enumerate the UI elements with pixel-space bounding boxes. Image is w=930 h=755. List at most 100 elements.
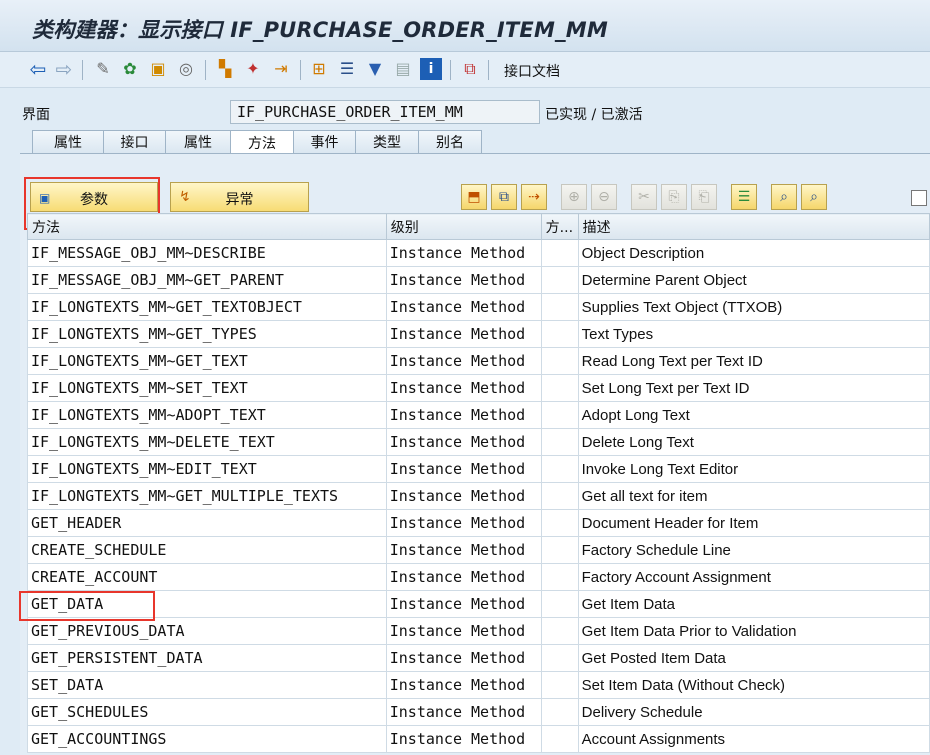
interface-name-field[interactable]: IF_PURCHASE_ORDER_ITEM_MM bbox=[230, 100, 540, 124]
method-cell[interactable]: CREATE_ACCOUNT bbox=[27, 563, 387, 591]
mode-cell[interactable] bbox=[540, 536, 579, 564]
navigate-icon[interactable]: ⇥ bbox=[270, 58, 292, 80]
description-cell[interactable]: Delete Long Text bbox=[577, 428, 930, 456]
tab-aliases[interactable]: 别名 bbox=[418, 130, 482, 153]
method-cell[interactable]: GET_PERSISTENT_DATA bbox=[27, 644, 387, 672]
sort-icon[interactable]: ☰ bbox=[731, 184, 757, 210]
column-header-mode[interactable]: 方... bbox=[540, 213, 579, 240]
insert-row-icon[interactable]: ⊕ bbox=[561, 184, 587, 210]
tab-properties[interactable]: 属性 bbox=[32, 130, 104, 153]
method-cell[interactable]: IF_MESSAGE_OBJ_MM~GET_PARENT bbox=[27, 266, 387, 294]
method-cell[interactable]: IF_LONGTEXTS_MM~ADOPT_TEXT bbox=[27, 401, 387, 429]
table-row[interactable]: GET_ACCOUNTINGS Instance Method Account As… bbox=[27, 725, 930, 753]
copy-icon[interactable]: ⎘ bbox=[661, 184, 687, 210]
back-icon[interactable]: ⇦ bbox=[27, 58, 49, 80]
move-icon[interactable]: ⇢ bbox=[521, 184, 547, 210]
table-row[interactable]: GET_HEADER Instance Method Document Header… bbox=[27, 509, 930, 537]
level-cell[interactable]: Instance Method bbox=[385, 509, 542, 537]
level-cell[interactable]: Instance Method bbox=[385, 671, 542, 699]
mode-cell[interactable] bbox=[540, 347, 579, 375]
table-row[interactable]: GET_SCHEDULES Instance Method Delivery Sch… bbox=[27, 698, 930, 726]
description-cell[interactable]: Object Description bbox=[577, 239, 930, 267]
find-next-icon[interactable]: ⌕ bbox=[801, 184, 827, 210]
object-icon[interactable]: ✿ bbox=[119, 58, 141, 80]
table-row[interactable]: GET_PREVIOUS_DATA Instance Method Get Item… bbox=[27, 617, 930, 645]
method-cell[interactable]: IF_LONGTEXTS_MM~GET_TEXTOBJECT bbox=[27, 293, 387, 321]
table-row[interactable]: IF_LONGTEXTS_MM~GET_MULTIPLE_TEXTS Instan… bbox=[27, 482, 930, 510]
method-cell[interactable]: IF_LONGTEXTS_MM~EDIT_TEXT bbox=[27, 455, 387, 483]
method-cell[interactable]: IF_MESSAGE_OBJ_MM~DESCRIBE bbox=[27, 239, 387, 267]
activate-icon[interactable]: ▣ bbox=[147, 58, 169, 80]
level-cell[interactable]: Instance Method bbox=[385, 482, 542, 510]
delete-row-icon[interactable]: ⊖ bbox=[591, 184, 617, 210]
exceptions-button[interactable]: ↯ 异常 bbox=[170, 182, 309, 212]
table-row[interactable]: IF_MESSAGE_OBJ_MM~GET_PARENT Instance Met… bbox=[27, 266, 930, 294]
level-cell[interactable]: Instance Method bbox=[385, 293, 542, 321]
level-cell[interactable]: Instance Method bbox=[385, 590, 542, 618]
table-row[interactable]: IF_LONGTEXTS_MM~DELETE_TEXT Instance Meth… bbox=[27, 428, 930, 456]
copy-row-icon[interactable]: ⧉ bbox=[491, 184, 517, 210]
paste-icon[interactable]: ⎗ bbox=[691, 184, 717, 210]
table-row[interactable]: CREATE_ACCOUNT Instance Method Factory Acc… bbox=[27, 563, 930, 591]
description-cell[interactable]: Read Long Text per Text ID bbox=[577, 347, 930, 375]
table-row[interactable]: CREATE_SCHEDULE Instance Method Factory Sc… bbox=[27, 536, 930, 564]
description-cell[interactable]: Determine Parent Object bbox=[577, 266, 930, 294]
tab-events[interactable]: 事件 bbox=[293, 130, 356, 153]
mode-cell[interactable] bbox=[540, 482, 579, 510]
magic-wand-icon[interactable]: ✦ bbox=[242, 58, 264, 80]
description-cell[interactable]: Adopt Long Text bbox=[577, 401, 930, 429]
level-cell[interactable]: Instance Method bbox=[385, 347, 542, 375]
table-row[interactable]: IF_LONGTEXTS_MM~GET_TEXTOBJECT Instance M… bbox=[27, 293, 930, 321]
tab-methods[interactable]: 方法 bbox=[230, 130, 294, 154]
mode-cell[interactable] bbox=[540, 509, 579, 537]
table-row[interactable]: GET_PERSISTENT_DATA Instance Method Get Po… bbox=[27, 644, 930, 672]
level-cell[interactable]: Instance Method bbox=[385, 455, 542, 483]
info-icon[interactable]: i bbox=[420, 58, 442, 80]
level-cell[interactable]: Instance Method bbox=[385, 536, 542, 564]
table-row[interactable]: IF_LONGTEXTS_MM~ADOPT_TEXT Instance Metho… bbox=[27, 401, 930, 429]
method-cell[interactable]: GET_HEADER bbox=[27, 509, 387, 537]
description-cell[interactable]: Account Assignments bbox=[577, 725, 930, 753]
mode-cell[interactable] bbox=[540, 590, 579, 618]
level-cell[interactable]: Instance Method bbox=[385, 644, 542, 672]
method-cell[interactable]: CREATE_SCHEDULE bbox=[27, 536, 387, 564]
level-cell[interactable]: Instance Method bbox=[385, 266, 542, 294]
mode-cell[interactable] bbox=[540, 644, 579, 672]
interface-documentation-button[interactable]: 接口文档 bbox=[504, 61, 560, 81]
tab-types[interactable]: 类型 bbox=[355, 130, 419, 153]
level-cell[interactable]: Instance Method bbox=[385, 698, 542, 726]
mode-cell[interactable] bbox=[540, 671, 579, 699]
method-cell[interactable]: SET_DATA bbox=[27, 671, 387, 699]
description-cell[interactable]: Get Posted Item Data bbox=[577, 644, 930, 672]
description-cell[interactable]: Delivery Schedule bbox=[577, 698, 930, 726]
mode-cell[interactable] bbox=[540, 563, 579, 591]
description-cell[interactable]: Supplies Text Object (TTXOB) bbox=[577, 293, 930, 321]
tab-interfaces[interactable]: 接口 bbox=[103, 130, 166, 153]
description-cell[interactable]: Invoke Long Text Editor bbox=[577, 455, 930, 483]
level-cell[interactable]: Instance Method bbox=[385, 725, 542, 753]
detail-view-icon[interactable]: ⬒ bbox=[461, 184, 487, 210]
description-cell[interactable]: Set Item Data (Without Check) bbox=[577, 671, 930, 699]
table-row[interactable]: IF_LONGTEXTS_MM~GET_TEXT Instance Method R… bbox=[27, 347, 930, 375]
mode-cell[interactable] bbox=[540, 401, 579, 429]
mode-cell[interactable] bbox=[540, 698, 579, 726]
mode-cell[interactable] bbox=[540, 455, 579, 483]
column-header-method[interactable]: 方法 bbox=[27, 213, 387, 240]
object-list-icon[interactable]: ▚ bbox=[214, 58, 236, 80]
mode-cell[interactable] bbox=[540, 374, 579, 402]
description-cell[interactable]: Get Item Data bbox=[577, 590, 930, 618]
description-cell[interactable]: Factory Schedule Line bbox=[577, 536, 930, 564]
display-icon[interactable]: ▤ bbox=[392, 58, 414, 80]
level-cell[interactable]: Instance Method bbox=[385, 428, 542, 456]
mode-cell[interactable] bbox=[540, 239, 579, 267]
forward-icon[interactable]: ⇨ bbox=[53, 58, 75, 80]
table-row[interactable]: IF_LONGTEXTS_MM~SET_TEXT Instance Method S… bbox=[27, 374, 930, 402]
method-cell[interactable]: IF_LONGTEXTS_MM~GET_TYPES bbox=[27, 320, 387, 348]
mode-cell[interactable] bbox=[540, 428, 579, 456]
level-cell[interactable]: Instance Method bbox=[385, 617, 542, 645]
description-cell[interactable]: Text Types bbox=[577, 320, 930, 348]
method-cell[interactable]: IF_LONGTEXTS_MM~SET_TEXT bbox=[27, 374, 387, 402]
level-cell[interactable]: Instance Method bbox=[385, 563, 542, 591]
method-cell[interactable]: GET_DATA bbox=[27, 590, 387, 618]
level-cell[interactable]: Instance Method bbox=[385, 239, 542, 267]
